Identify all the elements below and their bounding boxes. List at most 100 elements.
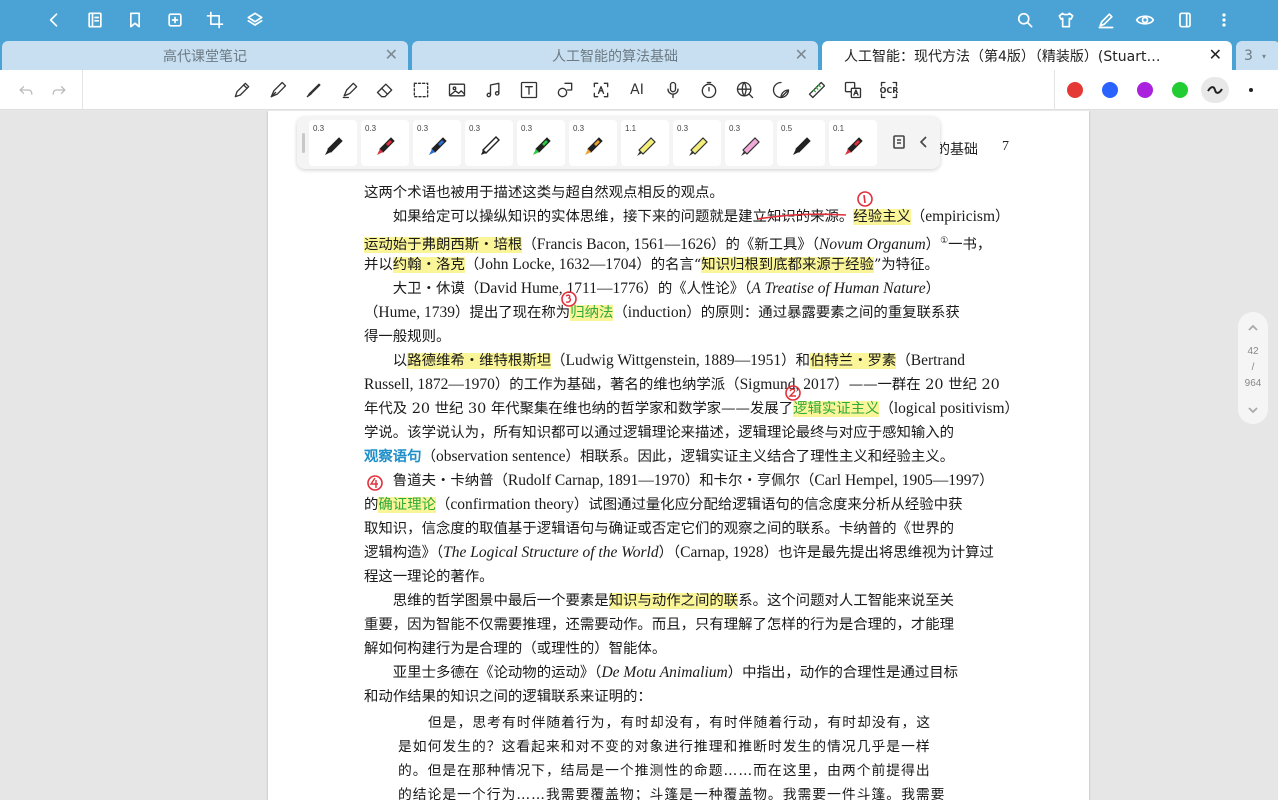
more-vertical-icon[interactable] [1212, 8, 1236, 32]
pen-preset-5[interactable]: 0.3 [517, 120, 565, 166]
document-viewport[interactable]: 的基础 7 这两个术语也被用于描述这类与超自然观点相反的观点。 如果给定可以操纵… [0, 111, 1278, 800]
tab-label: 人工智能的算法基础 [552, 48, 678, 65]
color-green-swatch[interactable] [1172, 82, 1188, 98]
running-head: 的基础 [936, 142, 978, 158]
lasso-select-icon[interactable] [410, 79, 432, 101]
highlight: 观察语句 [364, 448, 422, 465]
chevron-down-icon[interactable]: ▾ [1262, 52, 1266, 61]
page-up-icon[interactable] [1246, 320, 1260, 334]
search-icon[interactable] [1013, 8, 1037, 32]
highlight: 约翰・洛克 [392, 257, 465, 273]
translate-icon[interactable] [842, 79, 864, 101]
quote-line: 但是，思考有时伴随着行为，有时却没有，有时伴随着行动，有时却没有，这 [428, 715, 932, 731]
back-icon[interactable] [42, 8, 66, 32]
tab-more[interactable]: 3 ▾ [1236, 41, 1278, 70]
pen-preset-3[interactable]: 0.3 [413, 120, 461, 166]
ruler-icon[interactable] [806, 79, 828, 101]
undo-icon[interactable] [15, 79, 37, 101]
pen-preset-1[interactable]: 0.3 [309, 120, 357, 166]
eraser-icon[interactable] [374, 79, 396, 101]
quote-line: 的结论是一个行为……我需要覆盖物；斗篷是一种覆盖物。我需要一件斗篷。我需要 [398, 787, 946, 800]
tab-close-icon[interactable]: ✕ [1209, 47, 1222, 63]
crop-icon[interactable] [203, 8, 227, 32]
pen-icon [377, 137, 395, 155]
shape-icon[interactable] [554, 79, 576, 101]
page-down-icon[interactable] [1246, 402, 1260, 416]
pen-settings-icon[interactable] [891, 133, 909, 151]
tab-ai-modern-approach[interactable]: 人工智能：现代方法（第4版）（精装版）(Stuart… ✕ [822, 41, 1232, 70]
text-line: 解如何构建行为是合理的（或理性的）智能体。 [364, 641, 667, 657]
pen-preset-9[interactable]: 0.3 [725, 120, 773, 166]
text-line: 鲁道夫・卡纳普（Rudolf Carnap, 1891—1970）和卡尔・亨佩尔… [364, 472, 994, 489]
color-blue-swatch[interactable] [1102, 82, 1118, 98]
pen-edit-icon[interactable] [1094, 8, 1118, 32]
highlight: 确证理论 [378, 497, 436, 513]
add-page-icon[interactable] [163, 8, 187, 32]
image-icon[interactable] [446, 79, 468, 101]
pen-preset-2[interactable]: 0.3 [361, 120, 409, 166]
page-separator: / [1251, 362, 1255, 373]
toolbar-divider [1054, 70, 1055, 110]
audio-icon[interactable] [482, 79, 504, 101]
sticker-icon[interactable] [770, 79, 792, 101]
more-dot-icon[interactable] [1249, 88, 1253, 92]
current-page: 42 [1247, 346, 1259, 357]
bookmark-icon[interactable] [123, 8, 147, 32]
pen-preset-4[interactable]: 0.3 [465, 120, 513, 166]
quote-line: 的。但是在那种情况下，结局是一个推测性的命题……而在这里，由两个前提得出 [398, 763, 931, 779]
color-purple-swatch[interactable] [1137, 82, 1153, 98]
eye-icon[interactable] [1133, 8, 1157, 32]
highlight: 路德维希・维特根斯坦 [407, 353, 552, 369]
layers-icon[interactable] [243, 8, 267, 32]
pen-icon [533, 137, 551, 155]
pen-preset-10[interactable]: 0.5 [777, 120, 825, 166]
highlight: 知识归根到底都来源于经验 [701, 257, 874, 273]
brush-icon[interactable] [303, 79, 325, 101]
tab-label: 高代课堂笔记 [163, 48, 247, 65]
drag-handle[interactable] [302, 133, 305, 153]
text-line: 程这一理论的著作。 [364, 569, 494, 585]
pen-preset-6[interactable]: 0.3 [569, 120, 617, 166]
pen-preset-8[interactable]: 0.3 [673, 120, 721, 166]
tab-bar: 高代课堂笔记 ✕ 人工智能的算法基础 ✕ 人工智能：现代方法（第4版）（精装版）… [0, 40, 1278, 70]
highlighter-icon[interactable] [339, 79, 361, 101]
collapse-chevron-icon[interactable] [915, 133, 933, 151]
text-line: 并以约翰・洛克（John Locke, 1632—1704）的名言“知识归根到底… [364, 256, 939, 273]
text-line: 逻辑构造》（The Logical Structure of the World… [364, 544, 994, 561]
pen-icon [429, 137, 447, 155]
text-line: （Hume, 1739）提出了现在称为归纳法（induction）的原则：通过暴… [364, 304, 960, 321]
pen-preset-7[interactable]: 1.1 [621, 120, 669, 166]
text-line: 取知识，信念度的取值基于逻辑语句与确证或否定它们的观察之间的联系。卡纳普的《世界… [364, 521, 955, 537]
tab-algorithm-basics[interactable]: 人工智能的算法基础 ✕ [412, 41, 818, 70]
text-recognize-icon[interactable] [590, 79, 612, 101]
tab-close-icon[interactable]: ✕ [385, 47, 398, 63]
text-line: 这两个术语也被用于描述这类与超自然观点相反的观点。 [364, 185, 724, 201]
tshirt-icon[interactable] [1054, 8, 1078, 32]
highlighter-icon [637, 137, 656, 156]
highlight: 运动始于弗朗西斯・培根 [364, 236, 523, 253]
ai-icon[interactable]: AI [626, 79, 648, 101]
tab-close-icon[interactable]: ✕ [795, 47, 808, 63]
pen-icon [585, 137, 603, 155]
text-line: 年代及 20 世纪 30 年代聚集在维也纳的哲学家和数学家——发展了逻辑实证主义… [364, 400, 1019, 417]
fountain-pen-icon[interactable] [267, 79, 289, 101]
pencil-icon[interactable] [231, 79, 253, 101]
text-line: 运动始于弗朗西斯・培根（Francis Bacon, 1561—1626）的《新… [364, 235, 992, 253]
stroke-style-selector[interactable] [1201, 77, 1229, 103]
sidebar-icon[interactable] [1173, 8, 1197, 32]
pen-preset-11[interactable]: 0.1 [829, 120, 877, 166]
web-search-icon[interactable] [734, 79, 756, 101]
pen-icon [481, 136, 500, 155]
pen-icon [325, 137, 343, 155]
color-red-swatch[interactable] [1067, 82, 1083, 98]
text-line: 的确证理论（confirmation theory）试图通过量化应分配给逻辑语句… [364, 496, 963, 513]
ocr-icon[interactable]: OCR [878, 79, 900, 101]
ai-label: AI [630, 82, 644, 98]
book-icon[interactable] [83, 8, 107, 32]
redo-icon[interactable] [48, 79, 70, 101]
text-line: 重要，因为智能不仅需要推理，还需要动作。而且，只有理解了怎样的行为是合理的，才能… [364, 617, 955, 633]
microphone-icon[interactable] [662, 79, 684, 101]
tab-notes[interactable]: 高代课堂笔记 ✕ [2, 41, 408, 70]
text-box-icon[interactable] [518, 79, 540, 101]
timer-icon[interactable] [698, 79, 720, 101]
